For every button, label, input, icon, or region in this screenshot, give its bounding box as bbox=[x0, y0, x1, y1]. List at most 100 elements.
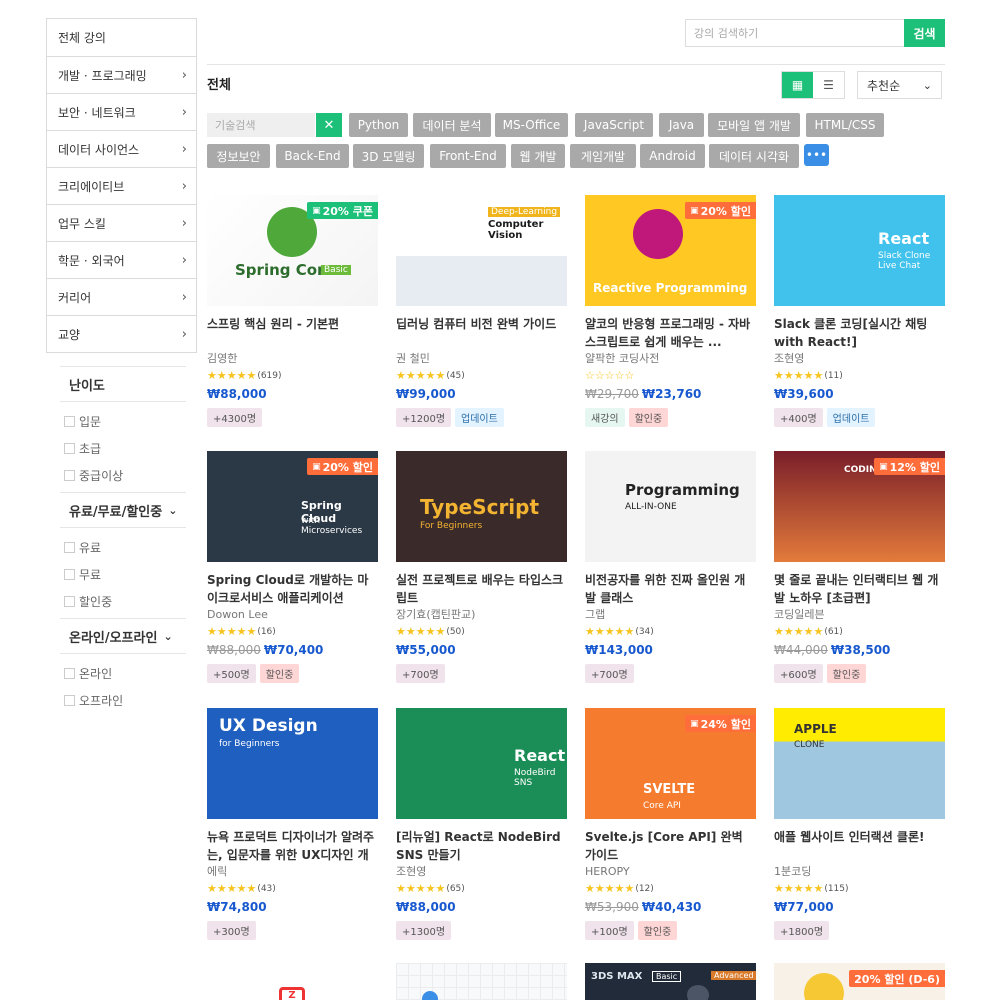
skill-tag[interactable]: Android bbox=[640, 144, 705, 168]
partial-card-thumb[interactable]: 3DS MAX Basic Advanced bbox=[585, 963, 756, 1000]
course-thumbnail[interactable]: Computer Vision Deep-Learning bbox=[396, 195, 567, 306]
sidebar-item[interactable]: 크리에이티브 › bbox=[47, 167, 196, 204]
skill-tag[interactable]: Front-End bbox=[430, 144, 506, 168]
sidebar-item[interactable]: 학문 · 외국어 › bbox=[47, 241, 196, 278]
skill-tag[interactable]: 3D 모델링 bbox=[353, 144, 424, 168]
course-thumbnail[interactable]: APPLE CLONE bbox=[774, 708, 945, 819]
sidebar-item[interactable]: 업무 스킬 › bbox=[47, 204, 196, 241]
tag-search-input[interactable]: 기술검색 bbox=[207, 113, 315, 137]
partial-card-thumb[interactable] bbox=[396, 963, 567, 1000]
sidebar-item[interactable]: 보안 · 네트워크 › bbox=[47, 93, 196, 130]
sidebar-item[interactable]: 개발 · 프로그래밍 › bbox=[47, 56, 196, 93]
filter-option[interactable]: 중급이상 bbox=[60, 462, 186, 489]
skill-tag[interactable]: 모바일 앱 개발 bbox=[708, 113, 800, 137]
skill-tag[interactable]: 데이터 시각화 bbox=[709, 144, 799, 168]
course-card[interactable]: React NodeBird SNS [리뉴얼] React로 NodeBird S… bbox=[396, 708, 567, 940]
filter-option[interactable]: 초급 bbox=[60, 435, 186, 462]
checkbox[interactable] bbox=[64, 569, 75, 580]
status-badge: +4300명 bbox=[207, 408, 263, 427]
rating-count: (50) bbox=[446, 626, 465, 637]
skill-tag[interactable]: 웹 개발 bbox=[511, 144, 565, 168]
filter-option[interactable]: 무료 bbox=[60, 561, 186, 588]
course-title[interactable]: 딥러닝 컴퓨터 비전 완벽 가이드 bbox=[396, 315, 567, 351]
sidebar-item[interactable]: 교양 › bbox=[47, 315, 196, 352]
skill-tag[interactable]: 게임개발 bbox=[570, 144, 636, 168]
course-title[interactable]: Svelte.js [Core API] 완벽 가이드 bbox=[585, 828, 756, 864]
skill-tag[interactable]: Java bbox=[659, 113, 704, 137]
sidebar-item[interactable]: 데이터 사이언스 › bbox=[47, 130, 196, 167]
course-thumbnail[interactable]: SVELTE Core API ▣ 24% 할인 bbox=[585, 708, 756, 819]
course-thumbnail[interactable]: Programming ALL-IN-ONE bbox=[585, 451, 756, 562]
filter-title[interactable]: 유료/무료/할인중 ⌄ bbox=[60, 492, 186, 528]
course-thumbnail[interactable]: UX Design for Beginners bbox=[207, 708, 378, 819]
filter-option[interactable]: 오프라인 bbox=[60, 687, 186, 714]
skill-tag[interactable]: Back-End bbox=[276, 144, 349, 168]
discount-label: 20% 쿠폰 bbox=[322, 204, 373, 218]
more-tags-button[interactable]: ••• bbox=[804, 144, 829, 166]
sidebar-item-label: 커리어 bbox=[58, 290, 92, 305]
course-card[interactable]: Reactive Programming ▣ 20% 할인얄코의 반응형 프로그래밍… bbox=[585, 195, 756, 427]
filter-title[interactable]: 온라인/오프라인 ⌄ bbox=[60, 618, 186, 654]
course-title[interactable]: 실전 프로젝트로 배우는 타입스크립트 bbox=[396, 571, 567, 607]
course-card[interactable]: Programming ALL-IN-ONE 비전공자를 위한 진짜 올인원 개발 … bbox=[585, 451, 756, 683]
course-search-input[interactable]: 강의 검색하기 bbox=[685, 19, 905, 47]
skill-tag[interactable]: 정보보안 bbox=[207, 144, 270, 168]
filter-option[interactable]: 할인중 bbox=[60, 588, 186, 615]
filter-option[interactable]: 유료 bbox=[60, 534, 186, 561]
skill-tag[interactable]: MS-Office bbox=[495, 113, 568, 137]
course-card[interactable]: UX Design for Beginners 뉴욕 프로덕트 디자이너가 알려주는… bbox=[207, 708, 378, 940]
course-card[interactable]: Spring Core Basic ▣ 20% 쿠폰 스프링 핵심 원리 - 기본편 김영… bbox=[207, 195, 378, 427]
filter-option[interactable]: 입문 bbox=[60, 408, 186, 435]
sidebar-item[interactable]: 전체 강의 bbox=[47, 19, 196, 56]
thumb-subtitle: Core API bbox=[643, 801, 681, 811]
checkbox[interactable] bbox=[64, 596, 75, 607]
course-card[interactable]: Computer Vision Deep-Learning 딥러닝 컴퓨터 비전 완… bbox=[396, 195, 567, 427]
course-thumbnail[interactable]: CODING ELEVEN▣12% 할인 bbox=[774, 451, 945, 562]
checkbox[interactable] bbox=[64, 443, 75, 454]
search-button[interactable]: 검색 bbox=[904, 19, 945, 47]
skill-tag[interactable]: Python bbox=[349, 113, 408, 137]
course-title[interactable]: 비전공자를 위한 진짜 올인원 개발 클래스 bbox=[585, 571, 756, 607]
category-sidebar: 전체 강의 개발 · 프로그래밍 › 보안 · 네트워크 › 데이터 사이언스 › 크리에이티… bbox=[46, 18, 197, 353]
course-card[interactable]: TypeScript For Beginners 실전 프로젝트로 배우는 타입스크… bbox=[396, 451, 567, 683]
partial-card-thumb[interactable]: 20% 할인 (D-6) bbox=[774, 963, 945, 1000]
close-icon[interactable]: ✕ bbox=[316, 113, 342, 137]
course-title[interactable]: 뉴욕 프로덕트 디자이너가 알려주는, 입문자를 위한 UX디자인 개론 bbox=[207, 828, 378, 864]
checkbox[interactable] bbox=[64, 416, 75, 427]
course-card[interactable]: APPLE CLONE 애플 웹사이트 인터랙션 클론! 1분코딩 ★★★★★ (115)… bbox=[774, 708, 945, 940]
skill-tag[interactable]: JavaScript bbox=[575, 113, 653, 137]
partial-card-thumb[interactable]: Z bbox=[207, 963, 378, 1000]
course-card[interactable]: React Slack Clone Live Chat Slack 클론 코딩[실시… bbox=[774, 195, 945, 427]
course-thumbnail[interactable]: Spring Cloud with Microservices ▣ 20% 할인 bbox=[207, 451, 378, 562]
sort-select[interactable]: 추천순 ⌄ bbox=[857, 71, 942, 99]
course-thumbnail[interactable]: TypeScript For Beginners bbox=[396, 451, 567, 562]
course-card[interactable]: SVELTE Core API ▣ 24% 할인 Svelte.js [Core API… bbox=[585, 708, 756, 940]
list-view-icon[interactable]: ☰ bbox=[813, 72, 844, 98]
skill-tag[interactable]: HTML/CSS bbox=[806, 113, 884, 137]
course-title[interactable]: 몇 줄로 끝내는 인터랙티브 웹 개발 노하우 [초급편] bbox=[774, 571, 945, 607]
filter-option[interactable]: 온라인 bbox=[60, 660, 186, 687]
course-thumbnail[interactable]: Spring Core Basic ▣ 20% 쿠폰 bbox=[207, 195, 378, 306]
course-title[interactable]: 애플 웹사이트 인터랙션 클론! bbox=[774, 828, 945, 864]
course-title[interactable]: Spring Cloud로 개발하는 마이크로서비스 애플리케이션 bbox=[207, 571, 378, 607]
checkbox[interactable] bbox=[64, 695, 75, 706]
course-thumbnail[interactable]: React Slack Clone Live Chat bbox=[774, 195, 945, 306]
sidebar-item-label: 학문 · 외국어 bbox=[58, 253, 125, 268]
sidebar-item[interactable]: 커리어 › bbox=[47, 278, 196, 315]
course-title[interactable]: Slack 클론 코딩[실시간 채팅 with React!] bbox=[774, 315, 945, 351]
course-thumbnail[interactable]: React NodeBird SNS bbox=[396, 708, 567, 819]
status-badge: 할인중 bbox=[628, 408, 669, 427]
course-title[interactable]: [리뉴얼] React로 NodeBird SNS 만들기 bbox=[396, 828, 567, 864]
course-title[interactable]: 얄코의 반응형 프로그래밍 - 자바스크립트로 쉽게 배우는 ... bbox=[585, 315, 756, 351]
filter-title[interactable]: 난이도 bbox=[60, 366, 186, 402]
star-icon: ★★★★★ bbox=[207, 625, 257, 638]
checkbox[interactable] bbox=[64, 668, 75, 679]
course-card[interactable]: CODING ELEVEN▣12% 할인몇 줄로 끝내는 인터랙티브 웹 개발 … bbox=[774, 451, 945, 683]
skill-tag[interactable]: 데이터 분석 bbox=[413, 113, 491, 137]
course-title[interactable]: 스프링 핵심 원리 - 기본편 bbox=[207, 315, 378, 351]
checkbox[interactable] bbox=[64, 470, 75, 481]
checkbox[interactable] bbox=[64, 542, 75, 553]
course-thumbnail[interactable]: Reactive Programming ▣ 20% 할인 bbox=[585, 195, 756, 306]
course-card[interactable]: Spring Cloud with Microservices ▣ 20% 할인 Spr… bbox=[207, 451, 378, 683]
grid-view-icon[interactable]: ▦ bbox=[782, 72, 813, 98]
